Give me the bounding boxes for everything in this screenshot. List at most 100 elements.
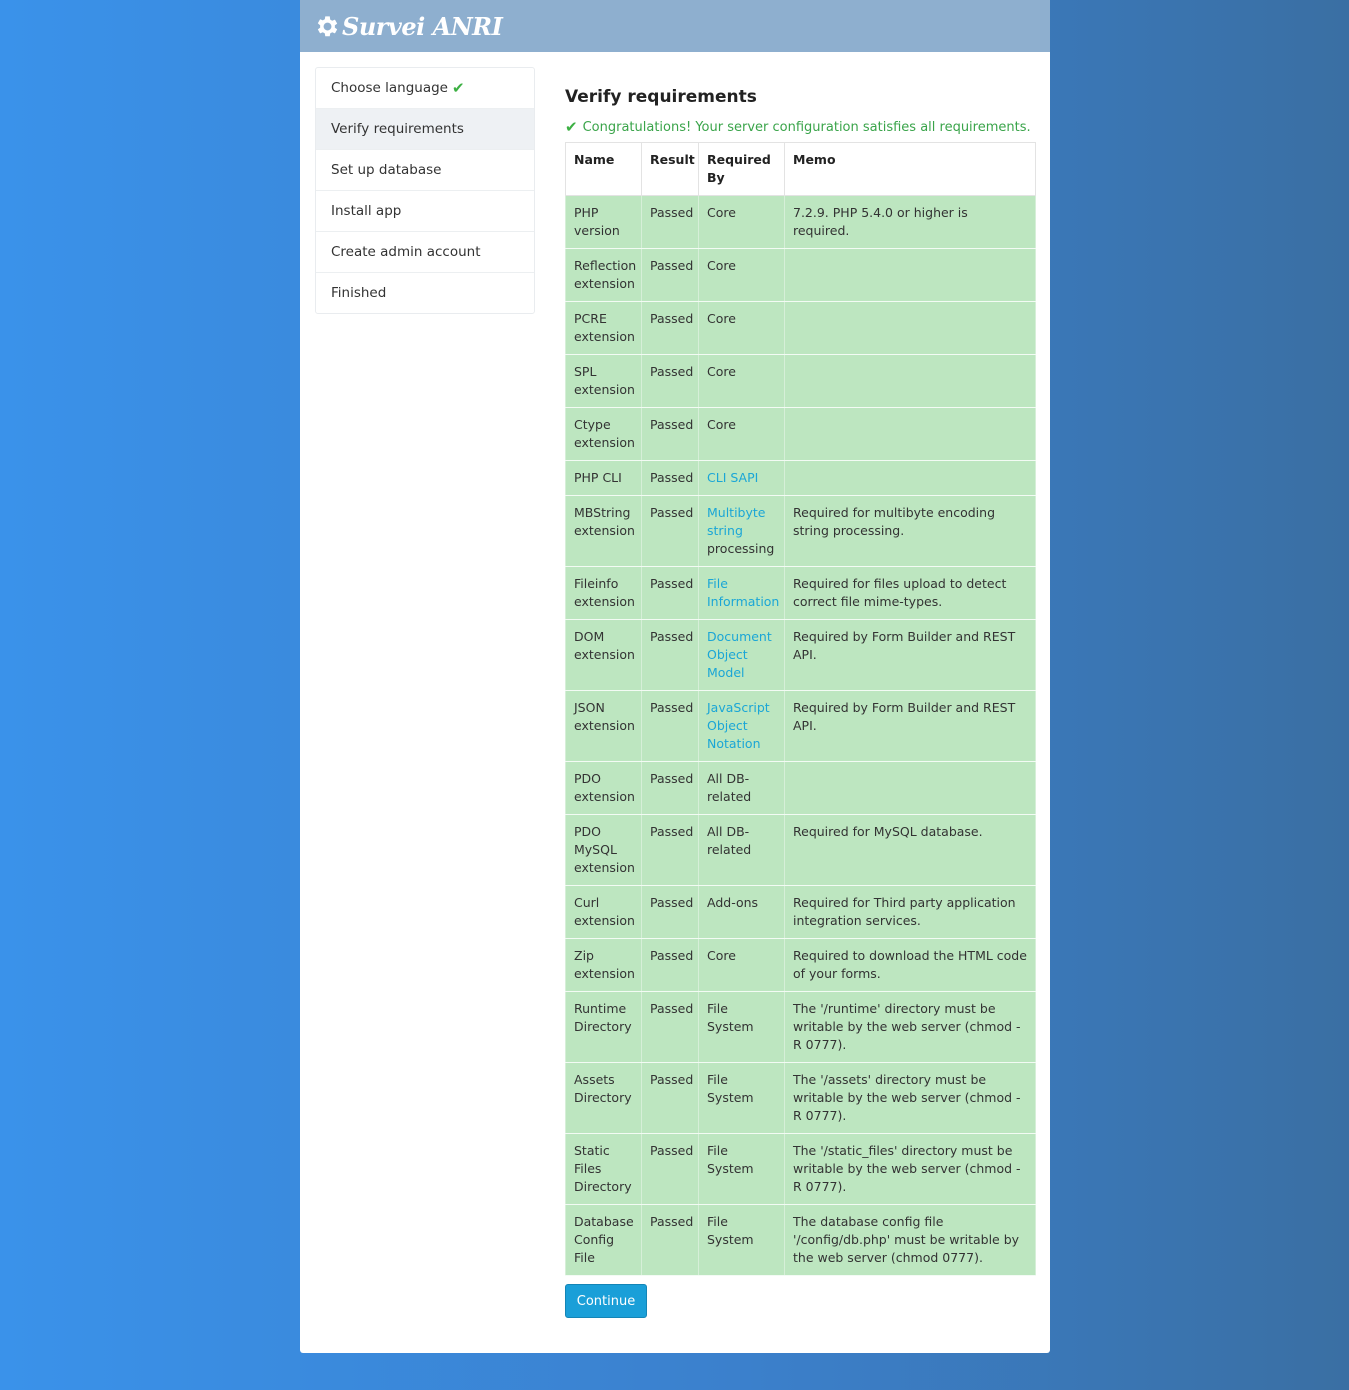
requirement-required-by: All DB-related xyxy=(698,761,785,815)
requirement-name: Curl extension xyxy=(565,885,642,939)
requirement-result: Passed xyxy=(641,1133,699,1205)
table-row: PCRE extension Passed Core xyxy=(565,301,1036,355)
installer-panel: Survei ANRI Choose language ✔ Verify req… xyxy=(300,0,1050,1353)
table-row: Assets Directory Passed File System The '/a… xyxy=(565,1062,1036,1134)
requirement-name: Reflection extension xyxy=(565,248,642,302)
table-row: PHP CLI Passed CLI SAPI xyxy=(565,460,1036,496)
requirement-required-by: Document Object Model xyxy=(698,619,785,691)
table-row: PDO MySQL extension Passed All DB-related R… xyxy=(565,814,1036,886)
requirement-name: SPL extension xyxy=(565,354,642,408)
requirement-required-by: Core xyxy=(698,938,785,992)
required-by-link[interactable]: CLI SAPI xyxy=(707,470,758,485)
table-row: PHP version Passed Core 7.2.9. PHP 5.4.0 or… xyxy=(565,195,1036,249)
requirement-name: JSON extension xyxy=(565,690,642,762)
requirement-required-by: Core xyxy=(698,248,785,302)
sidebar-item-verify-requirements[interactable]: Verify requirements xyxy=(316,108,534,149)
requirement-result: Passed xyxy=(641,407,699,461)
table-row: Curl extension Passed Add-ons Required for … xyxy=(565,885,1036,939)
requirement-name: DOM extension xyxy=(565,619,642,691)
requirement-required-by: CLI SAPI xyxy=(698,460,785,496)
requirement-required-by: File System xyxy=(698,1133,785,1205)
requirement-result: Passed xyxy=(641,301,699,355)
requirement-required-by: Core xyxy=(698,407,785,461)
requirement-name: PDO extension xyxy=(565,761,642,815)
table-row: Static Files Directory Passed File System T… xyxy=(565,1133,1036,1205)
table-row: Fileinfo extension Passed File Information… xyxy=(565,566,1036,620)
requirement-required-by: File System xyxy=(698,1204,785,1276)
requirement-name: Zip extension xyxy=(565,938,642,992)
table-row: Reflection extension Passed Core xyxy=(565,248,1036,302)
requirement-name: PHP version xyxy=(565,195,642,249)
sidebar-item-choose-language[interactable]: Choose language ✔ xyxy=(316,68,534,108)
requirement-result: Passed xyxy=(641,195,699,249)
requirements-table: Name Result Required By Memo PHP version… xyxy=(565,142,1036,1276)
requirement-result: Passed xyxy=(641,1062,699,1134)
requirement-memo: Required for multibyte encoding string p… xyxy=(784,495,1036,567)
table-row: Database Config File Passed File System The… xyxy=(565,1204,1036,1276)
check-icon: ✔ xyxy=(565,118,578,136)
table-row: DOM extension Passed Document Object Model… xyxy=(565,619,1036,691)
sidebar-item-install-app[interactable]: Install app xyxy=(316,190,534,231)
requirement-result: Passed xyxy=(641,354,699,408)
requirement-required-by: Multibyte string processing xyxy=(698,495,785,567)
requirement-memo: The '/runtime' directory must be writabl… xyxy=(784,991,1036,1063)
requirement-name: Fileinfo extension xyxy=(565,566,642,620)
required-by-link[interactable]: Document Object Model xyxy=(707,629,772,680)
sidebar-item-label: Finished xyxy=(331,285,387,301)
required-by-link[interactable]: File Information xyxy=(707,576,779,609)
table-header-row: Name Result Required By Memo xyxy=(565,142,1036,196)
gear-icon xyxy=(317,15,338,36)
requirement-result: Passed xyxy=(641,761,699,815)
requirement-result: Passed xyxy=(641,566,699,620)
sidebar-item-label: Choose language xyxy=(331,80,448,96)
requirement-name: PCRE extension xyxy=(565,301,642,355)
requirement-memo: Required by Form Builder and REST API. xyxy=(784,690,1036,762)
requirement-memo: 7.2.9. PHP 5.4.0 or higher is required. xyxy=(784,195,1036,249)
sidebar-item-finished[interactable]: Finished xyxy=(316,272,534,313)
requirement-result: Passed xyxy=(641,1204,699,1276)
table-row: JSON extension Passed JavaScript Object No… xyxy=(565,690,1036,762)
requirement-memo xyxy=(784,460,1036,496)
check-icon: ✔ xyxy=(452,79,465,97)
requirement-memo: Required for MySQL database. xyxy=(784,814,1036,886)
requirement-name: Static Files Directory xyxy=(565,1133,642,1205)
requirement-memo: The '/assets' directory must be writable… xyxy=(784,1062,1036,1134)
requirement-memo: Required to download the HTML code of yo… xyxy=(784,938,1036,992)
continue-button[interactable]: Continue xyxy=(565,1284,647,1318)
requirement-required-by: Core xyxy=(698,301,785,355)
requirement-required-by: File Information xyxy=(698,566,785,620)
table-row: MBString extension Passed Multibyte string… xyxy=(565,495,1036,567)
required-by-link[interactable]: JavaScript Object Notation xyxy=(707,700,770,751)
requirement-memo: The database config file '/config/db.php… xyxy=(784,1204,1036,1276)
requirement-name: PHP CLI xyxy=(565,460,642,496)
success-message: ✔ Congratulations! Your server configura… xyxy=(565,116,1035,138)
requirement-name: Database Config File xyxy=(565,1204,642,1276)
requirement-name: Ctype extension xyxy=(565,407,642,461)
requirement-result: Passed xyxy=(641,248,699,302)
required-by-text: processing xyxy=(707,541,775,556)
requirement-result: Passed xyxy=(641,991,699,1063)
sidebar-item-set-up-database[interactable]: Set up database xyxy=(316,149,534,190)
requirement-required-by: JavaScript Object Notation xyxy=(698,690,785,762)
requirement-required-by: File System xyxy=(698,991,785,1063)
requirement-result: Passed xyxy=(641,619,699,691)
sidebar-item-create-admin-account[interactable]: Create admin account xyxy=(316,231,534,272)
sidebar-item-label: Create admin account xyxy=(331,244,481,260)
requirement-memo xyxy=(784,407,1036,461)
sidebar-item-label: Install app xyxy=(331,203,402,219)
table-row: Runtime Directory Passed File System The '/… xyxy=(565,991,1036,1063)
table-row: Ctype extension Passed Core xyxy=(565,407,1036,461)
column-header-required-by: Required By xyxy=(698,142,785,196)
requirement-memo xyxy=(784,354,1036,408)
requirements-table-body: PHP version Passed Core 7.2.9. PHP 5.4.0 or… xyxy=(565,195,1036,1276)
requirement-required-by: Add-ons xyxy=(698,885,785,939)
required-by-link[interactable]: Multibyte string xyxy=(707,505,765,538)
requirement-name: MBString extension xyxy=(565,495,642,567)
requirement-required-by: Core xyxy=(698,354,785,408)
table-row: Zip extension Passed Core Required to downl… xyxy=(565,938,1036,992)
app-title: Survei ANRI xyxy=(342,11,503,41)
requirement-result: Passed xyxy=(641,460,699,496)
requirement-memo: Required for files upload to detect corr… xyxy=(784,566,1036,620)
requirement-result: Passed xyxy=(641,938,699,992)
column-header-result: Result xyxy=(641,142,699,196)
